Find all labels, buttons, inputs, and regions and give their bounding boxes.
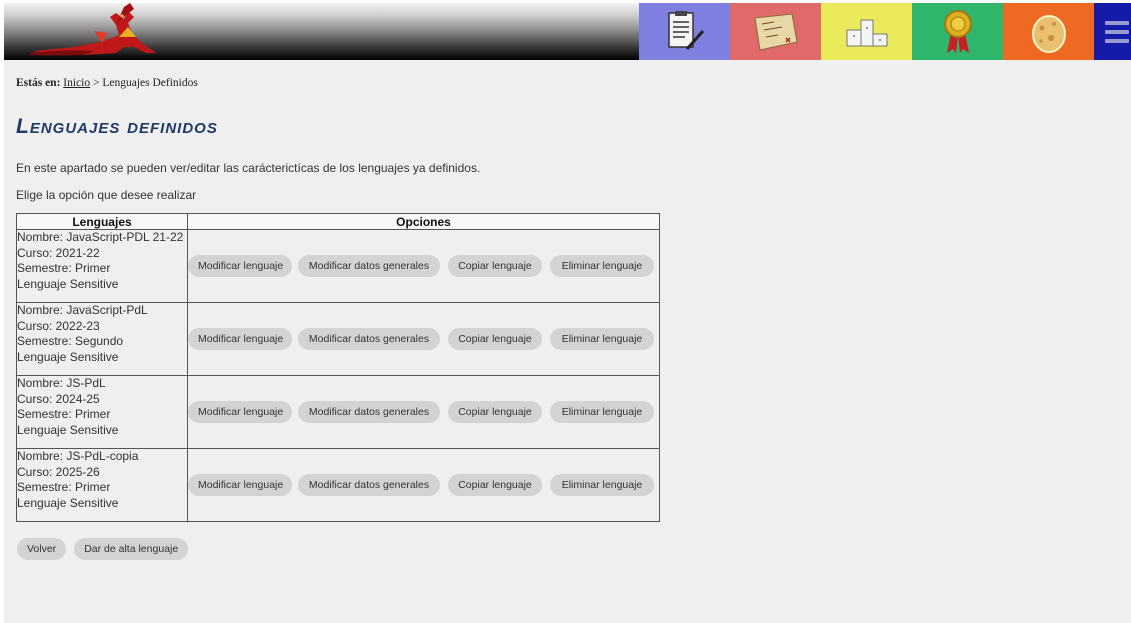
language-name: Nombre: JavaScript-PDL 21-22	[17, 230, 184, 244]
treasure-map-icon	[753, 12, 798, 51]
language-options: Modificar lenguaje Modificar datos genera…	[187, 302, 660, 376]
copy-language-button[interactable]: Copiar lenguaje	[448, 474, 542, 496]
languages-table: Lenguajes Opciones Nombre: JavaScript-PD…	[16, 213, 660, 522]
language-course: Curso: 2021-22	[17, 245, 100, 260]
language-name: Nombre: JS-PdL-copia	[17, 449, 139, 463]
modify-language-button[interactable]: Modificar lenguaje	[188, 328, 292, 350]
table-row: Nombre: JavaScript-PdL Curso: 2022-23 Se…	[16, 302, 660, 376]
medal-icon	[943, 9, 972, 53]
copy-language-button[interactable]: Copiar lenguaje	[448, 255, 542, 277]
breadcrumb: Estás en: Inicio > Lenguajes Definidos	[16, 77, 198, 89]
podium-icon	[846, 19, 887, 46]
language-info: Nombre: JS-PdL Curso: 2024-25 Semestre: …	[16, 375, 188, 449]
nav-tab-map[interactable]	[730, 3, 821, 60]
breadcrumb-separator: >	[90, 77, 103, 89]
delete-language-button[interactable]: Eliminar lenguaje	[550, 401, 654, 423]
language-options: Modificar lenguaje Modificar datos genera…	[187, 448, 660, 522]
delete-language-button[interactable]: Eliminar lenguaje	[550, 255, 654, 277]
back-button[interactable]: Volver	[17, 538, 67, 560]
modify-general-data-button[interactable]: Modificar datos generales	[298, 401, 440, 423]
modify-general-data-button[interactable]: Modificar datos generales	[298, 328, 440, 350]
language-course: Curso: 2024-25	[17, 391, 100, 406]
modify-language-button[interactable]: Modificar lenguaje	[188, 401, 292, 423]
delete-language-button[interactable]: Eliminar lenguaje	[550, 474, 654, 496]
header-bar	[4, 3, 1131, 60]
language-info: Nombre: JS-PdL-copia Curso: 2025-26 Seme…	[16, 448, 188, 522]
column-header-languages: Lenguajes	[16, 213, 188, 230]
modify-general-data-button[interactable]: Modificar datos generales	[298, 474, 440, 496]
red-dragon-logo[interactable]	[24, 3, 174, 60]
language-info: Nombre: JavaScript-PdL Curso: 2022-23 Se…	[16, 302, 188, 376]
modify-language-button[interactable]: Modificar lenguaje	[188, 255, 292, 277]
language-semester: Semestre: Primer	[17, 480, 111, 494]
language-options: Modificar lenguaje Modificar datos genera…	[187, 375, 660, 449]
hamburger-menu-icon	[1104, 20, 1129, 43]
breadcrumb-prefix: Estás en:	[16, 77, 61, 89]
nav-tab-podium[interactable]	[821, 3, 912, 60]
language-semester: Semestre: Primer	[17, 261, 111, 275]
breadcrumb-current: Lenguajes Definidos	[102, 77, 198, 89]
language-semester: Semestre: Primer	[17, 407, 111, 421]
page-frame: Estás en: Inicio > Lenguajes Definidos L…	[4, 3, 1131, 623]
add-language-button[interactable]: Dar de alta lenguaje	[74, 538, 189, 560]
copy-language-button[interactable]: Copiar lenguaje	[448, 401, 542, 423]
dragon-egg-icon	[1031, 14, 1066, 53]
column-header-options: Opciones	[187, 213, 660, 230]
nav-tab-medal[interactable]	[912, 3, 1003, 60]
copy-language-button[interactable]: Copiar lenguaje	[448, 328, 542, 350]
nav-tab-notepad[interactable]	[639, 3, 730, 60]
instruction-text: Elige la opción que desee realizar	[16, 188, 197, 202]
table-row: Nombre: JavaScript-PDL 21-22 Curso: 2021…	[16, 229, 660, 303]
delete-language-button[interactable]: Eliminar lenguaje	[550, 328, 654, 350]
modify-language-button[interactable]: Modificar lenguaje	[188, 474, 292, 496]
language-semester: Semestre: Segundo	[17, 334, 124, 348]
page-title: Lenguajes definidos	[16, 115, 218, 138]
language-sensitivity: Lenguaje Sensitive	[17, 422, 119, 437]
language-sensitivity: Lenguaje Sensitive	[17, 349, 119, 364]
nav-tab-egg[interactable]	[1003, 3, 1094, 60]
breadcrumb-home-link[interactable]: Inicio	[63, 77, 90, 89]
notepad-pencil-icon	[667, 10, 704, 50]
language-sensitivity: Lenguaje Sensitive	[17, 495, 119, 510]
footer-actions: Volver Dar de alta lenguaje	[17, 538, 189, 560]
modify-general-data-button[interactable]: Modificar datos generales	[298, 255, 440, 277]
table-row: Nombre: JS-PdL-copia Curso: 2025-26 Seme…	[16, 448, 660, 522]
language-options: Modificar lenguaje Modificar datos genera…	[187, 229, 660, 303]
table-header-row: Lenguajes Opciones	[16, 213, 660, 230]
intro-text: En este apartado se pueden ver/editar la…	[16, 161, 481, 175]
language-sensitivity: Lenguaje Sensitive	[17, 276, 119, 291]
language-info: Nombre: JavaScript-PDL 21-22 Curso: 2021…	[16, 229, 188, 303]
language-course: Curso: 2022-23	[17, 318, 100, 333]
language-name: Nombre: JavaScript-PdL	[17, 303, 148, 317]
hamburger-menu-button[interactable]	[1094, 3, 1131, 60]
language-course: Curso: 2025-26	[17, 464, 100, 479]
table-row: Nombre: JS-PdL Curso: 2024-25 Semestre: …	[16, 375, 660, 449]
language-name: Nombre: JS-PdL	[17, 376, 106, 390]
